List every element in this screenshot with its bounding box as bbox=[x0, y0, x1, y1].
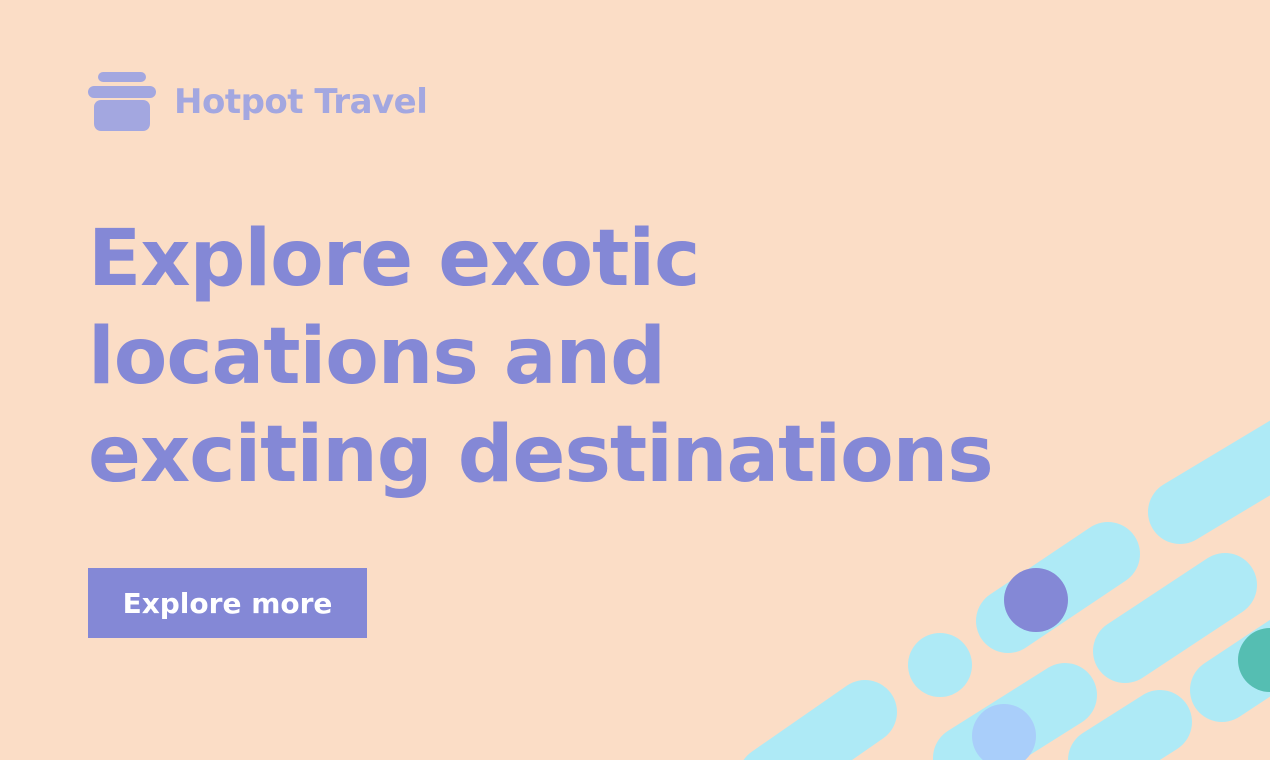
decor-pill bbox=[743, 680, 897, 760]
headline-line: Explore exotic bbox=[88, 214, 700, 304]
decor-pill bbox=[1068, 690, 1192, 760]
decor-pill bbox=[1093, 553, 1257, 683]
decor-pill bbox=[1190, 619, 1270, 722]
brand-name: Hotpot Travel bbox=[174, 82, 428, 122]
decor-circle bbox=[1238, 628, 1270, 692]
brand-logo[interactable]: Hotpot Travel bbox=[88, 72, 428, 132]
hero-headline: Explore exotic locations and exciting de… bbox=[88, 210, 994, 504]
decor-circle bbox=[1004, 568, 1068, 632]
decor-circle bbox=[972, 704, 1036, 760]
decor-pill bbox=[933, 663, 1097, 760]
hotpot-icon bbox=[88, 72, 156, 131]
headline-line: locations and bbox=[88, 312, 666, 402]
decor-circle bbox=[908, 633, 972, 697]
decor-pill bbox=[1148, 420, 1270, 544]
explore-more-button[interactable]: Explore more bbox=[88, 568, 367, 638]
headline-line: exciting destinations bbox=[88, 410, 994, 500]
decor-pill bbox=[976, 522, 1140, 653]
